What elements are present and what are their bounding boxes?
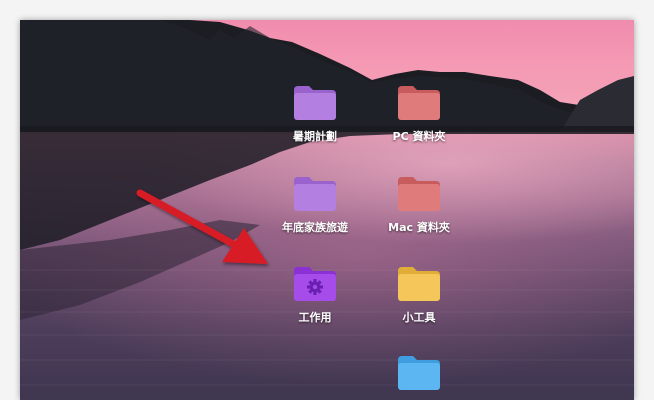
folder-mac[interactable]: Mac 資料夾 bbox=[371, 173, 467, 235]
folder-icon bbox=[396, 82, 442, 122]
folder-summer-plan[interactable]: 暑期計劃 bbox=[267, 82, 363, 144]
folder-family-trip[interactable]: 年底家族旅遊 bbox=[267, 173, 363, 235]
folder-label: 暑期計劃 bbox=[293, 130, 337, 143]
folder-icon bbox=[396, 263, 442, 303]
folder-blue[interactable] bbox=[371, 352, 467, 398]
folder-tools[interactable]: 小工具 bbox=[371, 263, 467, 325]
folder-work[interactable]: 工作用 bbox=[267, 263, 363, 325]
folder-label: PC 資料夾 bbox=[392, 130, 446, 143]
desktop-screen: 暑期計劃 年底家族旅遊 工作用 PC 資料夾 Mac 資料夾 小工具 bbox=[20, 20, 634, 400]
folder-icon bbox=[292, 173, 338, 213]
folder-pc[interactable]: PC 資料夾 bbox=[371, 82, 467, 144]
folder-icon bbox=[396, 173, 442, 213]
folder-icon bbox=[292, 82, 338, 122]
folder-label: Mac 資料夾 bbox=[388, 221, 450, 234]
folder-icon bbox=[396, 352, 442, 392]
folder-label: 工作用 bbox=[298, 311, 332, 324]
folder-label: 小工具 bbox=[402, 311, 436, 324]
folder-label: 年底家族旅遊 bbox=[282, 221, 348, 234]
gear-folder-icon bbox=[292, 263, 338, 303]
